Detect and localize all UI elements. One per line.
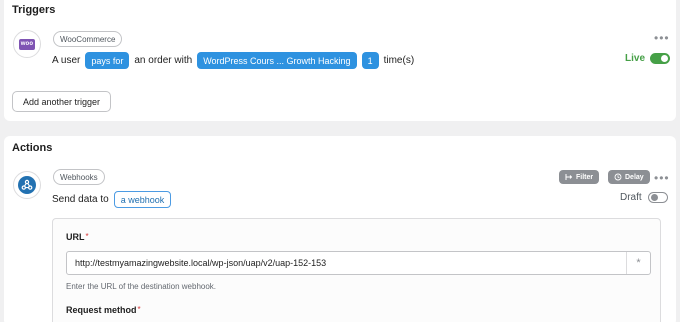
action-draft-status: Draft: [620, 192, 668, 203]
action-app-badge: Webhooks: [53, 169, 105, 185]
delay-button[interactable]: Delay: [608, 170, 650, 184]
toggle-knob: [661, 55, 669, 62]
action-prefix-text: Send data to: [52, 194, 109, 205]
triggers-panel: Triggers woo WooCommerce A user pays for…: [4, 0, 676, 121]
url-field-label: URL*: [66, 232, 89, 242]
filter-button[interactable]: Filter: [559, 170, 600, 184]
trigger-app-badge: WooCommerce: [53, 31, 123, 47]
live-toggle[interactable]: [650, 53, 671, 64]
webhook-settings-form: URL* http://testmyamazingwebsite.local/w…: [52, 218, 661, 322]
filter-icon: [565, 174, 573, 180]
trigger-subject-text: A user: [52, 55, 81, 66]
required-asterisk: *: [85, 232, 89, 241]
draft-status-label: Draft: [620, 192, 642, 203]
url-help-text: Enter the URL of the destination webhook…: [66, 282, 217, 291]
toggle-knob: [650, 194, 658, 201]
action-more-menu-icon[interactable]: •••: [654, 172, 670, 184]
webhooks-app-icon: [13, 171, 41, 199]
url-input-field[interactable]: http://testmyamazingwebsite.local/wp-jso…: [66, 251, 651, 275]
required-asterisk: *: [137, 305, 141, 314]
live-status-label: Live: [625, 53, 646, 64]
trigger-more-menu-icon[interactable]: •••: [654, 32, 670, 44]
trigger-sentence: A user pays for an order with WordPress …: [52, 52, 419, 69]
trigger-count-token[interactable]: 1: [361, 52, 379, 69]
webhook-glyph-icon: [21, 179, 33, 190]
url-input-value[interactable]: http://testmyamazingwebsite.local/wp-jso…: [67, 258, 626, 268]
webhook-icon: [18, 176, 36, 194]
url-label-text: URL: [66, 232, 85, 242]
request-method-label: Request method*: [66, 305, 141, 315]
draft-toggle[interactable]: [647, 192, 668, 203]
request-method-label-text: Request method: [66, 305, 137, 315]
trigger-suffix-text: time(s): [383, 55, 415, 66]
trigger-product-token[interactable]: WordPress Cours ... Growth Hacking: [197, 52, 357, 69]
clock-icon: [614, 173, 622, 181]
action-sentence: Send data to a webhook: [52, 191, 176, 208]
trigger-live-status: Live: [625, 53, 671, 64]
trigger-middle-text: an order with: [134, 55, 193, 66]
delay-button-label: Delay: [625, 173, 644, 181]
actions-panel: Actions Webhooks Send data to a webhook …: [4, 136, 676, 322]
trigger-verb-token[interactable]: pays for: [85, 52, 130, 69]
add-another-trigger-button[interactable]: Add another trigger: [12, 91, 112, 112]
woocommerce-logo-icon: woo: [19, 38, 35, 50]
triggers-title: Triggers: [12, 4, 56, 16]
action-webhook-token[interactable]: a webhook: [113, 191, 172, 208]
actions-title: Actions: [12, 142, 53, 154]
insert-token-asterisk-icon[interactable]: *: [626, 252, 650, 274]
woocommerce-app-icon: woo: [13, 30, 41, 58]
filter-button-label: Filter: [576, 173, 594, 181]
